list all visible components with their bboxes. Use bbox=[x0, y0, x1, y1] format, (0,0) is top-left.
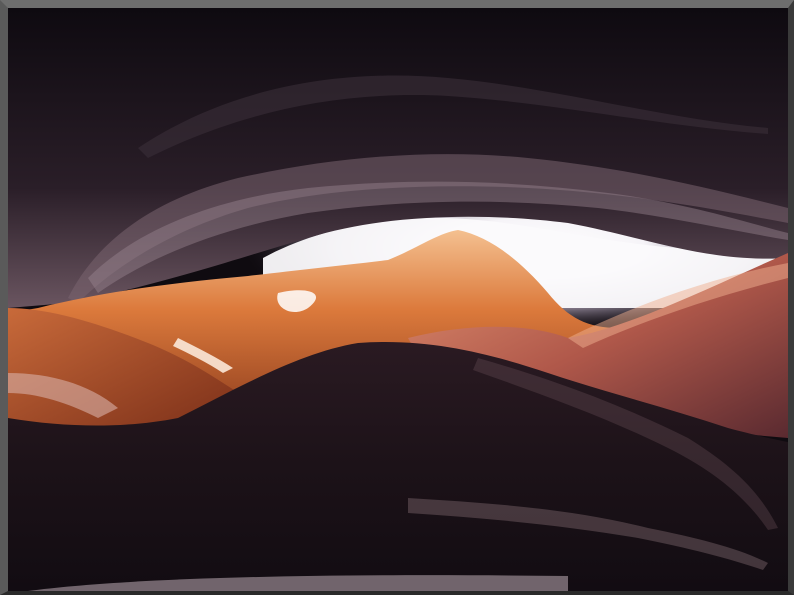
photo-frame bbox=[0, 0, 794, 595]
canyon-photo bbox=[8, 8, 788, 591]
